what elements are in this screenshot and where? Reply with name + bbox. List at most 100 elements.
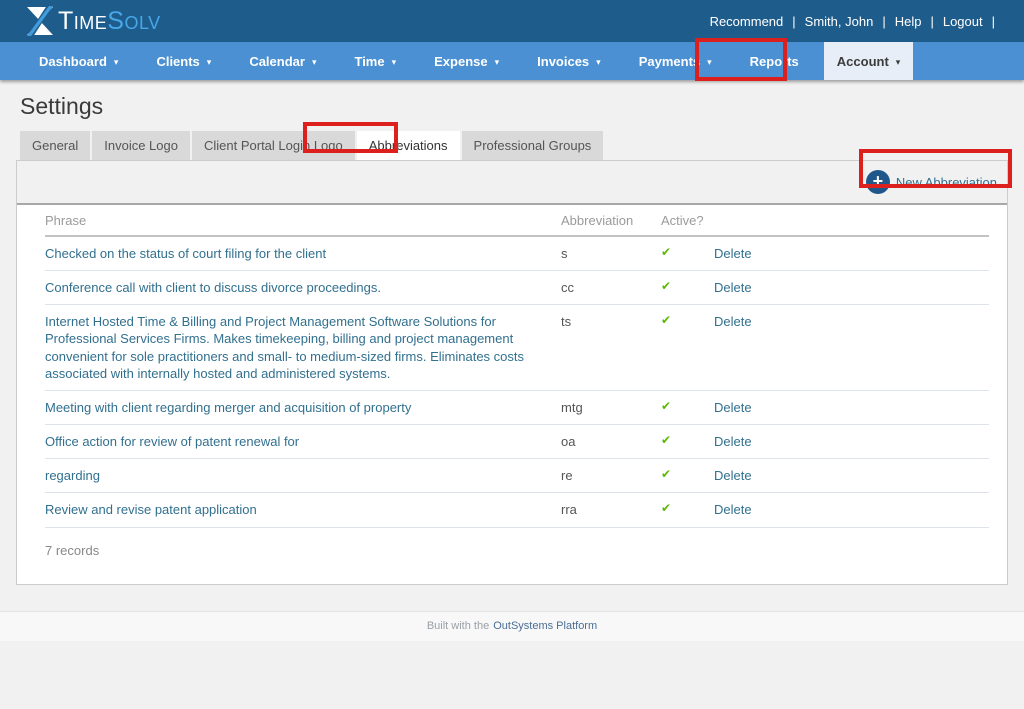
record-count: 7 records bbox=[17, 528, 1007, 584]
nav-item-label: Time bbox=[354, 54, 384, 69]
delete-link[interactable]: Delete bbox=[714, 400, 752, 415]
column-header-phrase: Phrase bbox=[45, 205, 561, 236]
chevron-down-icon: ▾ bbox=[312, 58, 317, 67]
abbreviations-table-body: Checked on the status of court filing fo… bbox=[45, 236, 989, 527]
nav-item[interactable]: Expense ▾ bbox=[421, 42, 512, 80]
delete-link[interactable]: Delete bbox=[714, 280, 752, 295]
nav-item-label: Calendar bbox=[249, 54, 305, 69]
top-header-bar: TimeSolv Recommend | Smith, John | Help … bbox=[0, 0, 1024, 42]
page-footer: Built with the OutSystems Platform bbox=[0, 611, 1024, 641]
delete-link[interactable]: Delete bbox=[714, 246, 752, 261]
delete-link[interactable]: Delete bbox=[714, 434, 752, 449]
delete-link[interactable]: Delete bbox=[714, 314, 752, 329]
chevron-down-icon: ▾ bbox=[392, 58, 397, 67]
column-header-active: Active? bbox=[661, 205, 714, 236]
abbreviation-cell: oa bbox=[561, 425, 661, 459]
user-link[interactable]: Logout bbox=[943, 14, 983, 29]
abbreviation-cell: s bbox=[561, 236, 661, 271]
timesolv-logo: TimeSolv bbox=[26, 6, 161, 36]
nav-item[interactable]: Reports bbox=[737, 42, 812, 80]
delete-cell: Delete bbox=[714, 305, 989, 391]
active-check-icon: ✔ bbox=[661, 305, 714, 391]
active-check-icon: ✔ bbox=[661, 236, 714, 271]
table-row: Checked on the status of court filing fo… bbox=[45, 236, 989, 271]
settings-tab[interactable]: Professional Groups bbox=[462, 131, 604, 160]
outsystems-link[interactable]: OutSystems Platform bbox=[493, 620, 597, 632]
delete-cell: Delete bbox=[714, 390, 989, 424]
nav-item[interactable]: Payments ▾ bbox=[626, 42, 725, 80]
link-separator: | bbox=[921, 14, 942, 29]
user-link[interactable]: Recommend bbox=[710, 14, 784, 29]
link-separator: | bbox=[873, 14, 894, 29]
link-separator: | bbox=[783, 14, 804, 29]
table-row: Review and revise patent application rra… bbox=[45, 493, 989, 527]
delete-cell: Delete bbox=[714, 271, 989, 305]
abbreviation-cell: re bbox=[561, 459, 661, 493]
nav-item-label: Reports bbox=[750, 54, 799, 69]
nav-item-label: Clients bbox=[156, 54, 199, 69]
link-separator: | bbox=[983, 14, 1004, 29]
nav-item[interactable]: Invoices ▾ bbox=[524, 42, 614, 80]
delete-cell: Delete bbox=[714, 236, 989, 271]
abbreviation-cell: rra bbox=[561, 493, 661, 527]
abbreviations-panel: + New Abbreviation Phrase Abbreviation A… bbox=[16, 160, 1008, 585]
phrase-cell[interactable]: regarding bbox=[45, 459, 561, 493]
settings-tab[interactable]: General bbox=[20, 131, 90, 160]
nav-item-label: Expense bbox=[434, 54, 487, 69]
settings-tab[interactable]: Invoice Logo bbox=[92, 131, 190, 160]
chevron-down-icon: ▾ bbox=[207, 58, 212, 67]
chevron-down-icon: ▾ bbox=[495, 58, 500, 67]
delete-link[interactable]: Delete bbox=[714, 468, 752, 483]
settings-page: Settings General Invoice Logo Client Por… bbox=[0, 93, 1024, 585]
phrase-cell[interactable]: Office action for review of patent renew… bbox=[45, 425, 561, 459]
column-header-actions bbox=[714, 205, 989, 236]
nav-item[interactable]: Account ▾ bbox=[824, 42, 914, 80]
column-header-abbreviation: Abbreviation bbox=[561, 205, 661, 236]
page-title: Settings bbox=[20, 93, 1008, 120]
user-links: Recommend | Smith, John | Help | Logout … bbox=[710, 14, 1004, 29]
table-row: Internet Hosted Time & Billing and Proje… bbox=[45, 305, 989, 391]
active-check-icon: ✔ bbox=[661, 493, 714, 527]
nav-item[interactable]: Clients ▾ bbox=[143, 42, 224, 80]
nav-item-label: Invoices bbox=[537, 54, 589, 69]
nav-item-label: Payments bbox=[639, 54, 700, 69]
brand-text: TimeSolv bbox=[58, 7, 161, 36]
phrase-cell[interactable]: Checked on the status of court filing fo… bbox=[45, 236, 561, 271]
abbreviation-cell: cc bbox=[561, 271, 661, 305]
chevron-down-icon: ▾ bbox=[114, 58, 119, 67]
settings-tab[interactable]: Client Portal Login Logo bbox=[192, 131, 355, 160]
nav-item-label: Account bbox=[837, 54, 889, 69]
delete-cell: Delete bbox=[714, 425, 989, 459]
table-row: Conference call with client to discuss d… bbox=[45, 271, 989, 305]
user-link[interactable]: Help bbox=[895, 14, 922, 29]
footer-text: Built with the bbox=[427, 620, 489, 632]
abbreviations-table: Phrase Abbreviation Active? Checked on t… bbox=[45, 205, 989, 528]
chevron-down-icon: ▾ bbox=[707, 58, 712, 67]
abbreviation-cell: mtg bbox=[561, 390, 661, 424]
abbreviation-cell: ts bbox=[561, 305, 661, 391]
nav-item[interactable]: Time ▾ bbox=[341, 42, 409, 80]
active-check-icon: ✔ bbox=[661, 390, 714, 424]
phrase-cell[interactable]: Meeting with client regarding merger and… bbox=[45, 390, 561, 424]
chevron-down-icon: ▾ bbox=[596, 58, 601, 67]
active-check-icon: ✔ bbox=[661, 271, 714, 305]
new-abbreviation-button[interactable]: + New Abbreviation bbox=[866, 170, 997, 194]
phrase-cell[interactable]: Internet Hosted Time & Billing and Proje… bbox=[45, 305, 561, 391]
new-abbreviation-label: New Abbreviation bbox=[896, 175, 997, 190]
active-check-icon: ✔ bbox=[661, 425, 714, 459]
hourglass-logo-icon bbox=[26, 6, 54, 36]
delete-link[interactable]: Delete bbox=[714, 502, 752, 517]
nav-item[interactable]: Calendar ▾ bbox=[236, 42, 329, 80]
settings-tab[interactable]: Abbreviations bbox=[357, 131, 460, 160]
user-link[interactable]: Smith, John bbox=[805, 14, 874, 29]
plus-icon: + bbox=[866, 170, 890, 194]
panel-toolbar: + New Abbreviation bbox=[17, 161, 1007, 205]
active-check-icon: ✔ bbox=[661, 459, 714, 493]
abbreviations-table-wrap: Phrase Abbreviation Active? Checked on t… bbox=[17, 205, 1007, 528]
delete-cell: Delete bbox=[714, 459, 989, 493]
table-row: regarding re ✔ Delete bbox=[45, 459, 989, 493]
nav-item[interactable]: Dashboard ▾ bbox=[26, 42, 131, 80]
phrase-cell[interactable]: Conference call with client to discuss d… bbox=[45, 271, 561, 305]
table-header-row: Phrase Abbreviation Active? bbox=[45, 205, 989, 236]
phrase-cell[interactable]: Review and revise patent application bbox=[45, 493, 561, 527]
